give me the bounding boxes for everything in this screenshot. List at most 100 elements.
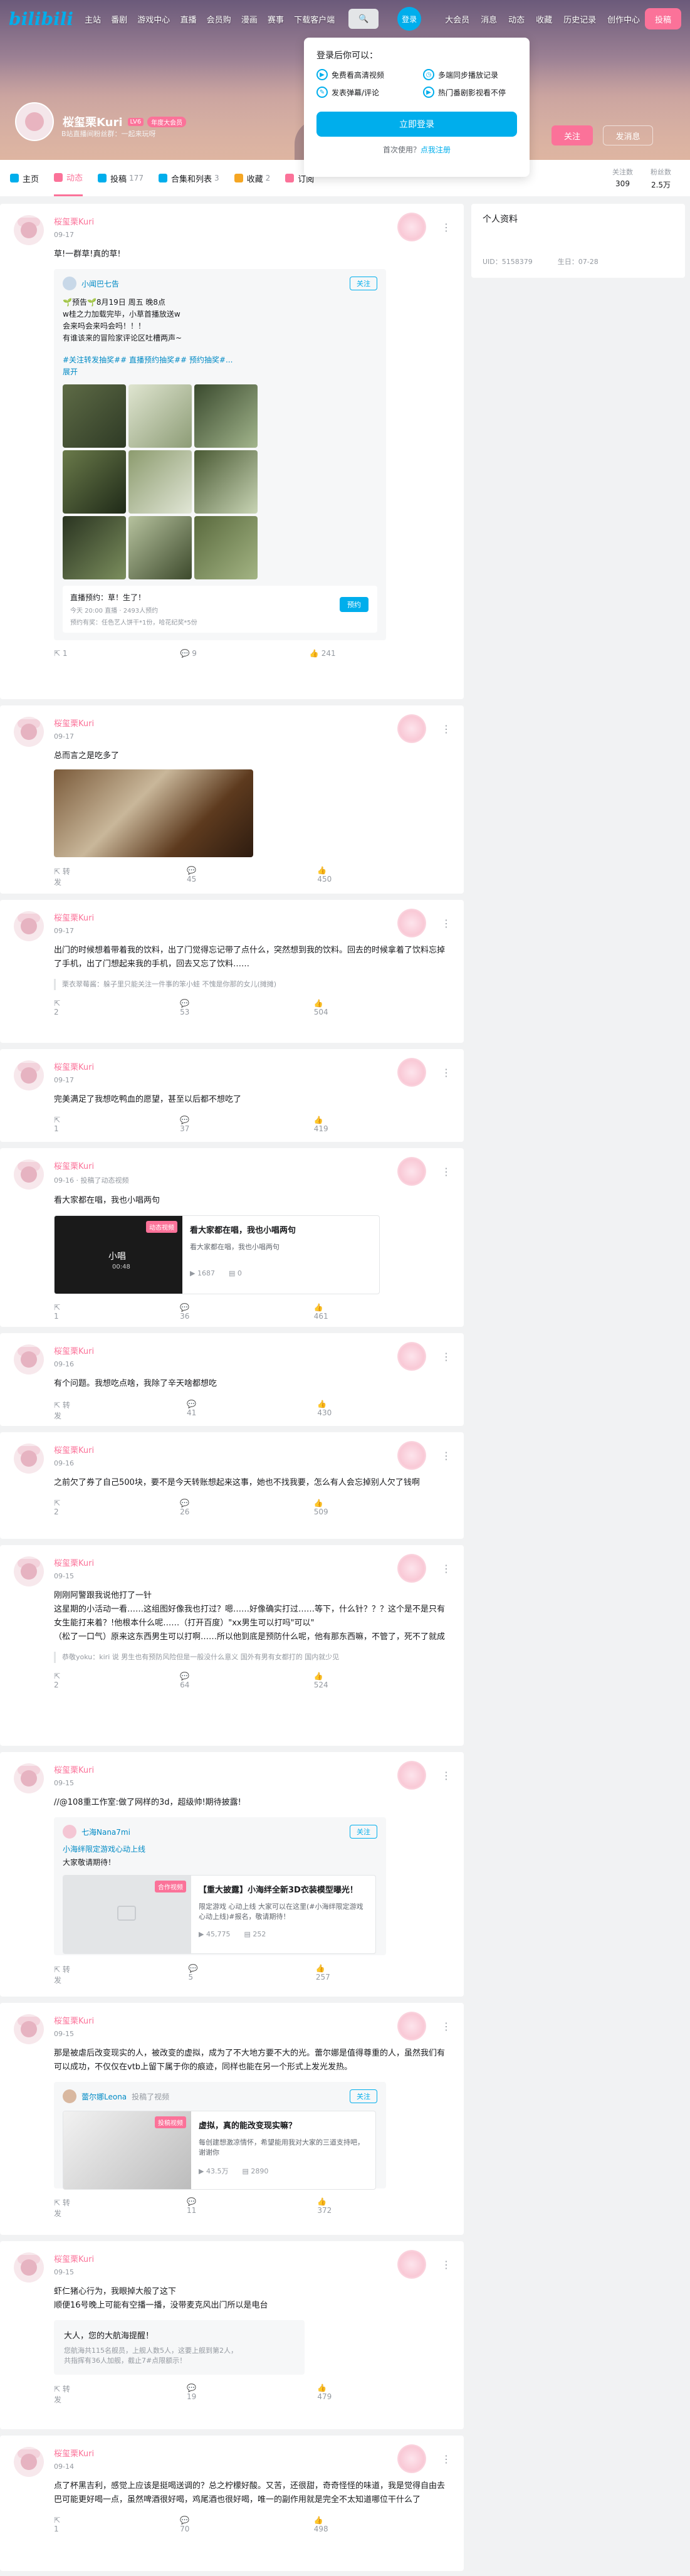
like-action[interactable]: 👍 241	[310, 649, 392, 658]
post-avatar[interactable]	[14, 911, 44, 941]
like-action[interactable]: 👍 504	[314, 999, 396, 1016]
grid-image[interactable]	[194, 450, 258, 514]
forward-link[interactable]: 小海绊限定游戏心动上线	[63, 1844, 377, 1854]
more-menu-icon[interactable]: ⋮	[441, 1563, 451, 1575]
more-menu-icon[interactable]: ⋮	[441, 917, 451, 929]
video-thumbnail[interactable]: 合作视频	[63, 1876, 191, 1953]
post-author[interactable]: 桜玺栗Kuri	[54, 1060, 452, 1072]
like-action[interactable]: 👍 430	[317, 1400, 396, 1421]
tab-home[interactable]: 主页	[10, 160, 39, 196]
more-menu-icon[interactable]: ⋮	[441, 2259, 451, 2271]
live-reminder-card[interactable]: 大人，您的大航海提醒！ 您航海共115名舰员，上舰人数5人，这要上舰到第2人， …	[54, 2320, 305, 2375]
post-author[interactable]: 桜玺栗Kuri	[54, 1344, 452, 1356]
like-action[interactable]: 👍 524	[314, 1672, 396, 1689]
nav-esports[interactable]: 赛事	[268, 16, 284, 25]
nav-shop[interactable]: 会员购	[207, 16, 231, 25]
nav-main-site[interactable]: 主站	[85, 16, 101, 25]
post-avatar[interactable]	[14, 1556, 44, 1586]
share-action[interactable]: ⇱ 1	[54, 1116, 123, 1133]
grid-image[interactable]	[194, 516, 258, 579]
more-menu-icon[interactable]: ⋮	[441, 2020, 451, 2032]
nav-favorites[interactable]: 收藏	[536, 13, 552, 25]
stat-following[interactable]: 关注数 309	[612, 167, 633, 190]
grid-image[interactable]	[63, 384, 126, 448]
video-card[interactable]: 合作视频 【重大披露】小海绊全新3D衣装模型曝光！ 限定游戏 心动上线 大家可以…	[63, 1875, 376, 1954]
pinned-comment[interactable]: 恭敬yoku：kiri 说 男生也有预防风险但是一般没什么意义 国外有男有女都打…	[54, 1652, 452, 1663]
tab-favorites[interactable]: 收藏 2	[234, 160, 270, 196]
reserve-button[interactable]: 预约	[340, 597, 369, 612]
post-author[interactable]: 桜玺栗Kuri	[54, 215, 452, 227]
post-author[interactable]: 桜玺栗Kuri	[54, 1159, 452, 1171]
post-avatar[interactable]	[14, 1344, 44, 1375]
video-thumbnail[interactable]: 动态视频 小唱 00:48	[55, 1216, 182, 1294]
comment-action[interactable]: 💬 19	[187, 2383, 261, 2405]
grid-image[interactable]	[194, 384, 258, 448]
upload-button[interactable]: 投稿	[645, 8, 681, 29]
tab-collections[interactable]: 合集和列表 3	[158, 160, 219, 196]
forward-author[interactable]: 七海Nana7mi	[81, 1827, 130, 1837]
post-author[interactable]: 桜玺栗Kuri	[54, 2447, 452, 2459]
share-action[interactable]: ⇱ 转发	[54, 2383, 130, 2405]
post-avatar[interactable]	[14, 1060, 44, 1090]
like-action[interactable]: 👍 450	[317, 866, 396, 887]
forward-tags[interactable]: #关注转发抽奖## 直播预约抽奖## 预约抽奖#...	[63, 354, 377, 366]
forward-follow-button[interactable]: 关注	[350, 2089, 377, 2103]
nav-game-center[interactable]: 游戏中心	[137, 16, 170, 25]
grid-image[interactable]	[128, 384, 192, 448]
more-menu-icon[interactable]: ⋮	[441, 1166, 451, 1178]
share-action[interactable]: ⇱ 1	[54, 1303, 123, 1321]
comment-action[interactable]: 💬 37	[180, 1116, 258, 1133]
forwarded-post[interactable]: 蕾尔娜Leona 投稿了视频 关注 投稿视频 虚拟，真的能改变现实嘛？ 每创建想激…	[54, 2082, 386, 2190]
post-avatar[interactable]	[14, 1444, 44, 1474]
nav-creator[interactable]: 创作中心	[607, 13, 640, 25]
share-action[interactable]: ⇱ 转发	[54, 866, 130, 887]
reservation-link[interactable]: 预约有奖：任色艺人饼干*1份，哈花纪奖*5份	[70, 617, 370, 626]
bilibili-logo[interactable]: bilibili	[9, 9, 73, 29]
video-title[interactable]: 【重大披露】小海绊全新3D衣装模型曝光！	[199, 1883, 368, 1895]
video-title[interactable]: 虚拟，真的能改变现实嘛？	[199, 2119, 368, 2131]
share-action[interactable]: ⇱ 1	[54, 649, 124, 658]
forward-author[interactable]: 蕾尔娜Leona	[81, 2091, 127, 2102]
tab-dynamics[interactable]: 动态	[54, 160, 83, 196]
comment-action[interactable]: 💬 41	[187, 1400, 261, 1421]
forward-avatar[interactable]	[63, 2089, 76, 2103]
forward-avatar[interactable]	[63, 1825, 76, 1839]
follow-button[interactable]: 关注	[551, 125, 593, 145]
more-menu-icon[interactable]: ⋮	[441, 2453, 451, 2465]
share-action[interactable]: ⇱ 转发	[54, 2197, 130, 2219]
share-action[interactable]: ⇱ 转发	[54, 1400, 130, 1421]
like-action[interactable]: 👍 257	[316, 1964, 396, 1985]
post-author[interactable]: 桜玺栗Kuri	[54, 2252, 452, 2264]
video-thumbnail[interactable]: 投稿视频	[63, 2111, 191, 2189]
more-menu-icon[interactable]: ⋮	[441, 1067, 451, 1079]
like-action[interactable]: 👍 461	[314, 1303, 396, 1321]
stat-followers[interactable]: 粉丝数 2.5万	[651, 167, 671, 190]
post-author[interactable]: 桜玺栗Kuri	[54, 911, 452, 923]
video-card[interactable]: 动态视频 小唱 00:48 看大家都在唱，我也小唱两句 看大家都在唱，我也小唱两…	[54, 1215, 380, 1294]
post-avatar[interactable]	[14, 215, 44, 245]
share-action[interactable]: ⇱ 2	[54, 1672, 123, 1689]
post-avatar[interactable]	[14, 2447, 44, 2477]
video-title[interactable]: 看大家都在唱，我也小唱两句	[190, 1223, 372, 1235]
nav-download[interactable]: 下载客户端	[294, 16, 335, 25]
more-menu-icon[interactable]: ⋮	[441, 1770, 451, 1782]
post-avatar[interactable]	[14, 2014, 44, 2044]
tab-uploads[interactable]: 投稿 177	[98, 160, 144, 196]
post-author[interactable]: 桜玺栗Kuri	[54, 2014, 452, 2026]
forward-follow-button[interactable]: 关注	[350, 1825, 377, 1839]
search-button[interactable]: 🔍	[348, 9, 379, 29]
comment-action[interactable]: 💬 36	[180, 1303, 258, 1321]
comment-action[interactable]: 💬 45	[187, 866, 261, 887]
register-link[interactable]: 点我注册	[421, 145, 451, 154]
comment-action[interactable]: 💬 53	[180, 999, 258, 1016]
nav-live[interactable]: 直播	[180, 16, 196, 25]
like-action[interactable]: 👍 479	[317, 2383, 396, 2405]
nav-dynamics[interactable]: 动态	[508, 13, 525, 25]
video-card[interactable]: 投稿视频 虚拟，真的能改变现实嘛？ 每创建想激凉情怀，希望能用我对大家的三道支持…	[63, 2111, 376, 2190]
forwarded-post[interactable]: 小闻巴七告 关注 🌱预告🌱8月19日 周五 晚8点 w桂之力加载完毕，小草首播放…	[54, 269, 386, 640]
comment-action[interactable]: 💬 9	[180, 649, 253, 658]
comment-action[interactable]: 💬 5	[189, 1964, 259, 1985]
forwarded-post[interactable]: 七海Nana7mi 关注 小海绊限定游戏心动上线 大家敬请期待！ 合作视频 【重…	[54, 1817, 386, 1955]
comment-action[interactable]: 💬 70	[180, 2516, 258, 2533]
grid-image[interactable]	[128, 516, 192, 579]
